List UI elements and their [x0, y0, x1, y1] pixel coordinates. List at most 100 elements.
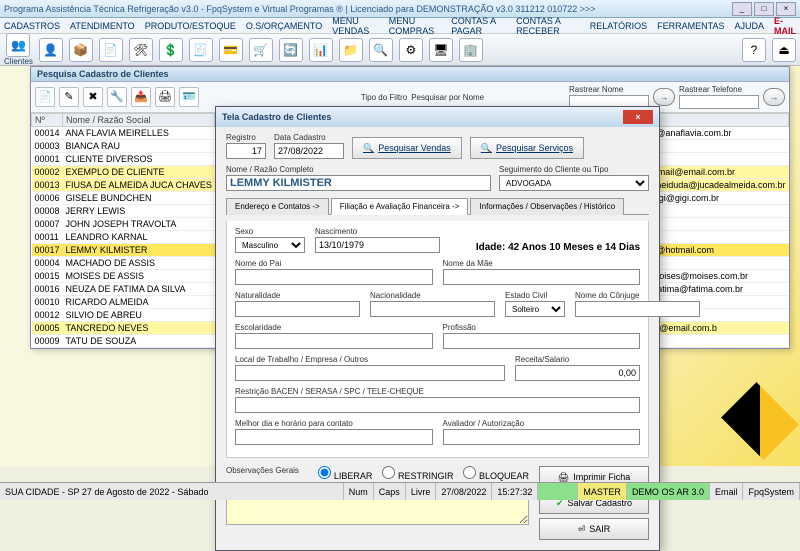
- menu-ferramentas[interactable]: FERRAMENTAS: [657, 21, 724, 31]
- status-email[interactable]: Email: [710, 483, 744, 500]
- pesquisar-servicos-button[interactable]: 🔍Pesquisar Serviços: [470, 137, 584, 159]
- mae-label: Nome da Mãe: [443, 259, 641, 268]
- clientes-icon[interactable]: 👥: [6, 33, 30, 57]
- print-icon[interactable]: 🖨: [155, 87, 175, 107]
- aval-input[interactable]: [443, 429, 641, 445]
- tool-icon-16[interactable]: 🏢: [459, 38, 483, 62]
- restr-label: Restrição BACEN / SERASA / SPC / TELE-CH…: [235, 387, 640, 396]
- tab-content: Sexo Masculino Nascimento Idade: 42 Anos…: [226, 221, 649, 458]
- maximize-button[interactable]: □: [754, 2, 774, 16]
- filter-tipo-label: Tipo do Filtro: [361, 93, 407, 102]
- receita-input[interactable]: [515, 365, 640, 381]
- tool-icon-12[interactable]: 📁: [339, 38, 363, 62]
- tool-exit-icon[interactable]: ⏏: [772, 38, 796, 62]
- dialog-title-text: Tela Cadastro de Clientes: [222, 112, 331, 122]
- radio-bloquear[interactable]: BLOQUEAR: [463, 466, 529, 481]
- prof-input[interactable]: [443, 333, 641, 349]
- nac-input[interactable]: [370, 301, 495, 317]
- tool-icon-5[interactable]: 🛠: [129, 38, 153, 62]
- obs-label: Observações Gerais: [226, 466, 308, 481]
- workspace: Pesquisa Cadastro de Clientes 📄 ✎ ✖ 🔧 📤 …: [0, 66, 800, 466]
- nome-input[interactable]: [226, 175, 491, 191]
- conjuge-input[interactable]: [575, 301, 700, 317]
- mae-input[interactable]: [443, 269, 641, 285]
- app-title: Programa Assistência Técnica Refrigeraçã…: [4, 4, 732, 14]
- ecivil-select[interactable]: Solteiro: [505, 301, 565, 317]
- nasc-input[interactable]: [315, 237, 440, 253]
- menu-email[interactable]: E-MAIL: [774, 16, 796, 36]
- tool-icon-13[interactable]: 🔍: [369, 38, 393, 62]
- minimize-button[interactable]: _: [732, 2, 752, 16]
- filter-rastrear-nome-label: Rastrear Nome: [569, 85, 649, 94]
- radio-liberar[interactable]: LIBERAR: [318, 466, 372, 481]
- restr-input[interactable]: [235, 397, 640, 413]
- search-go-1[interactable]: →: [653, 88, 675, 106]
- sexo-select[interactable]: Masculino: [235, 237, 305, 253]
- tool-icon-11[interactable]: 📊: [309, 38, 333, 62]
- tools-icon[interactable]: 🔧: [107, 87, 127, 107]
- dialog-close-button[interactable]: ×: [623, 110, 653, 124]
- status-livre: Livre: [406, 483, 437, 500]
- new-icon[interactable]: 📄: [35, 87, 55, 107]
- menu-vendas[interactable]: MENU VENDAS: [332, 16, 379, 36]
- col-nome[interactable]: Nome / Razão Social: [63, 114, 215, 127]
- export-icon[interactable]: 📤: [131, 87, 151, 107]
- clientes-label: Clientes: [4, 57, 33, 66]
- menu-pagar[interactable]: CONTAS A PAGAR: [451, 16, 506, 36]
- sair-button[interactable]: ⏎ SAIR: [539, 518, 649, 540]
- ecivil-label: Estado Civil: [505, 291, 565, 300]
- tool-icon-7[interactable]: 🧾: [189, 38, 213, 62]
- logo-corner: [721, 382, 799, 460]
- segmento-select[interactable]: ADVOGADA: [499, 175, 649, 191]
- rastrear-tel-input[interactable]: [679, 95, 759, 109]
- tab-info[interactable]: Informações / Observações / Histórico: [470, 198, 624, 215]
- tool-icon-14[interactable]: ⚙: [399, 38, 423, 62]
- search-go-2[interactable]: →: [763, 88, 785, 106]
- status-fpq[interactable]: FpqSystem: [743, 483, 800, 500]
- menu-compras[interactable]: MENU COMPRAS: [389, 16, 442, 36]
- contato-input[interactable]: [235, 429, 433, 445]
- pai-input[interactable]: [235, 269, 433, 285]
- status-demo: DEMO OS AR 3.0: [627, 483, 710, 500]
- pesquisar-vendas-button[interactable]: 🔍Pesquisar Vendas: [352, 137, 462, 159]
- radio-restringir[interactable]: RESTRINGIR: [382, 466, 453, 481]
- status-caps: Caps: [374, 483, 406, 500]
- tool-icon-9[interactable]: 🛒: [249, 38, 273, 62]
- tool-icon-15[interactable]: 🖥: [429, 38, 453, 62]
- tab-filiacao[interactable]: Filiação e Avaliação Financeira ->: [331, 198, 469, 215]
- tool-icon-8[interactable]: 💳: [219, 38, 243, 62]
- filter-rastrear-tel-label: Rastrear Telefone: [679, 85, 759, 94]
- trab-input[interactable]: [235, 365, 505, 381]
- menu-receber[interactable]: CONTAS A RECEBER: [516, 16, 580, 36]
- card-icon[interactable]: 🪪: [179, 87, 199, 107]
- menu-relatorios[interactable]: RELATÓRIOS: [590, 21, 647, 31]
- statusbar: SUA CIDADE - SP 27 de Agosto de 2022 - S…: [0, 482, 800, 500]
- edit-icon[interactable]: ✎: [59, 87, 79, 107]
- menu-ajuda[interactable]: AJUDA: [734, 21, 764, 31]
- nat-input[interactable]: [235, 301, 360, 317]
- delete-icon[interactable]: ✖: [83, 87, 103, 107]
- tab-endereco[interactable]: Endereço e Contatos ->: [226, 198, 329, 215]
- data-input[interactable]: [274, 143, 344, 159]
- tool-icon-3[interactable]: 📦: [69, 38, 93, 62]
- menubar: CADASTROS ATENDIMENTO PRODUTO/ESTOQUE O.…: [0, 18, 800, 34]
- menu-cadastros[interactable]: CADASTROS: [4, 21, 60, 31]
- status-time: 15:27:32: [492, 483, 538, 500]
- tool-icon-4[interactable]: 📄: [99, 38, 123, 62]
- close-button[interactable]: ×: [776, 2, 796, 16]
- tool-icon-2[interactable]: 👤: [39, 38, 63, 62]
- status-num: Num: [344, 483, 374, 500]
- tool-icon-10[interactable]: 🔄: [279, 38, 303, 62]
- aval-label: Avaliador / Autorização: [443, 419, 641, 428]
- menu-produto[interactable]: PRODUTO/ESTOQUE: [145, 21, 236, 31]
- menu-os[interactable]: O.S/ORÇAMENTO: [246, 21, 322, 31]
- menu-atendimento[interactable]: ATENDIMENTO: [70, 21, 135, 31]
- col-num[interactable]: Nº: [32, 114, 63, 127]
- esc-input[interactable]: [235, 333, 433, 349]
- pai-label: Nome do Pai: [235, 259, 433, 268]
- registro-label: Registro: [226, 133, 266, 142]
- contato-label: Melhor dia e horário para contato: [235, 419, 433, 428]
- tool-icon-6[interactable]: 💲: [159, 38, 183, 62]
- tool-help-icon[interactable]: ?: [742, 38, 766, 62]
- registro-input[interactable]: [226, 143, 266, 159]
